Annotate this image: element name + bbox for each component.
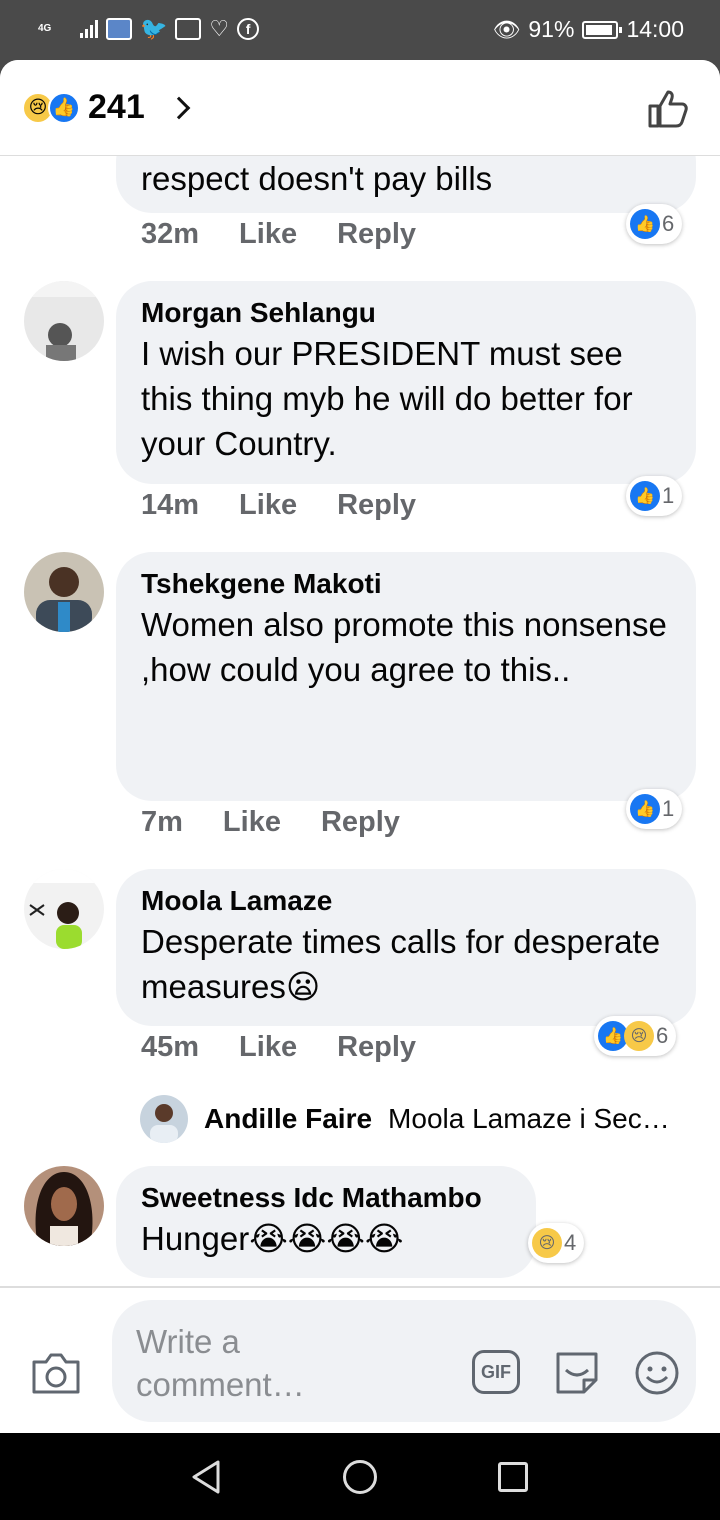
status-bar: 4G 🐦 ♡ f 👁 91% 14:00 xyxy=(0,0,720,62)
comment-bubble[interactable]: Moola Lamaze Desperate times calls for d… xyxy=(116,869,696,1026)
sticker-icon[interactable] xyxy=(552,1348,602,1396)
comment-reaction-count: 1 xyxy=(662,796,675,821)
comment-text: respect doesn't pay bills xyxy=(141,160,493,197)
comment-reaction-count: 6 xyxy=(662,211,675,236)
comment-list: respect doesn't pay bills 32m Like Reply… xyxy=(0,156,720,1286)
reply-link[interactable]: Reply xyxy=(321,806,400,839)
like-link[interactable]: Like xyxy=(239,218,297,251)
heart-icon: ♡ xyxy=(209,16,230,41)
like-reaction-icon: 👍 xyxy=(630,209,660,239)
reaction-count: 241 xyxy=(88,88,145,126)
comment-time: 7m xyxy=(141,806,183,838)
comment-author[interactable]: Morgan Sehlangu xyxy=(141,295,670,331)
comment-author[interactable]: Moola Lamaze xyxy=(141,883,670,919)
comment-reaction-count: 4 xyxy=(564,1230,577,1255)
avatar xyxy=(140,1095,188,1143)
comment-text: Hunger😭😭😭😭 xyxy=(141,1220,404,1257)
back-icon[interactable] xyxy=(190,1459,222,1495)
like-link[interactable]: Like xyxy=(239,1031,297,1064)
comment-reactions[interactable]: 😢 4 xyxy=(528,1223,585,1263)
reply-link[interactable]: Reply xyxy=(337,489,416,522)
comment-author[interactable]: Tshekgene Makoti xyxy=(141,566,670,602)
comment-time: 14m xyxy=(141,489,200,521)
reply-preview[interactable]: Andille Faire Moola Lamaze i Sec… xyxy=(140,1095,670,1143)
comment-author[interactable]: Sweetness Idc Mathambo xyxy=(141,1180,510,1216)
comment-composer: Write a comment… GIF xyxy=(0,1286,720,1433)
calendar-icon xyxy=(175,18,202,40)
gif-button[interactable]: GIF xyxy=(472,1350,520,1394)
avatar[interactable] xyxy=(24,552,104,632)
avatar[interactable] xyxy=(24,281,104,361)
comment-text: Desperate times calls for desperate meas… xyxy=(141,923,661,1005)
reaction-summary[interactable]: 😢 👍 241 xyxy=(22,88,191,127)
comment-time: 45m xyxy=(141,1031,200,1063)
battery-percent: 91% xyxy=(528,16,575,42)
comments-sheet: 😢 👍 241 respect doesn't pay bills 32m Li… xyxy=(0,60,720,1433)
like-reaction-icon: 👍 xyxy=(630,794,660,824)
comment-bubble[interactable]: Tshekgene Makoti Women also promote this… xyxy=(116,552,696,801)
like-reaction-icon: 👍 xyxy=(630,481,660,511)
comment-reaction-count: 6 xyxy=(656,1023,669,1048)
chevron-right-icon xyxy=(167,96,191,119)
comment-reactions[interactable]: 👍 1 xyxy=(626,476,683,516)
facebook-icon: f xyxy=(237,18,260,40)
like-link[interactable]: Like xyxy=(239,489,297,522)
signal-icon xyxy=(80,20,98,38)
comment-reactions[interactable]: 👍 1 xyxy=(626,789,683,829)
avatar[interactable] xyxy=(24,1166,104,1246)
clock: 14:00 xyxy=(626,16,684,42)
comment-text: Women also promote this nonsense ,how co… xyxy=(141,606,667,688)
comment-bubble[interactable]: Morgan Sehlangu I wish our PRESIDENT mus… xyxy=(116,281,696,484)
wallpaper-icon xyxy=(106,18,132,40)
network-type: 4G xyxy=(38,23,52,34)
battery-icon xyxy=(582,20,623,39)
sad-reaction-icon: 😢 xyxy=(532,1228,562,1258)
comment-reactions[interactable]: 👍 6 xyxy=(626,204,683,244)
reactions-header: 😢 👍 241 xyxy=(0,60,720,156)
reply-author: Andille Faire xyxy=(204,1103,373,1134)
reply-link[interactable]: Reply xyxy=(337,218,416,251)
comment-input[interactable]: Write a comment… GIF xyxy=(112,1300,696,1422)
twitter-icon: 🐦 xyxy=(140,16,168,41)
system-nav-bar xyxy=(0,1433,720,1520)
reply-link[interactable]: Reply xyxy=(337,1031,416,1064)
avatar[interactable] xyxy=(24,869,104,949)
emoji-icon[interactable] xyxy=(634,1350,680,1396)
comment-reaction-count: 1 xyxy=(662,483,675,508)
reply-text: Moola Lamaze i Sec… xyxy=(388,1103,670,1134)
comment-bubble[interactable]: respect doesn't pay bills xyxy=(116,156,696,213)
eye-icon: 👁 xyxy=(492,16,521,42)
comment-input-placeholder: Write a comment… xyxy=(136,1323,305,1403)
camera-icon[interactable] xyxy=(30,1350,82,1396)
comment-text: I wish our PRESIDENT must see this thing… xyxy=(141,335,633,462)
like-post-button[interactable] xyxy=(646,86,690,130)
sad-reaction-icon: 😢 xyxy=(624,1021,654,1051)
comment-time: 32m xyxy=(141,218,200,250)
comment-reactions[interactable]: 👍 😢 6 xyxy=(594,1016,677,1056)
recents-icon[interactable] xyxy=(498,1462,528,1492)
like-link[interactable]: Like xyxy=(223,806,281,839)
comment-bubble[interactable]: Sweetness Idc Mathambo Hunger😭😭😭😭 xyxy=(116,1166,536,1278)
like-reaction-icon: 👍 xyxy=(48,91,80,124)
home-icon[interactable] xyxy=(343,1460,377,1494)
